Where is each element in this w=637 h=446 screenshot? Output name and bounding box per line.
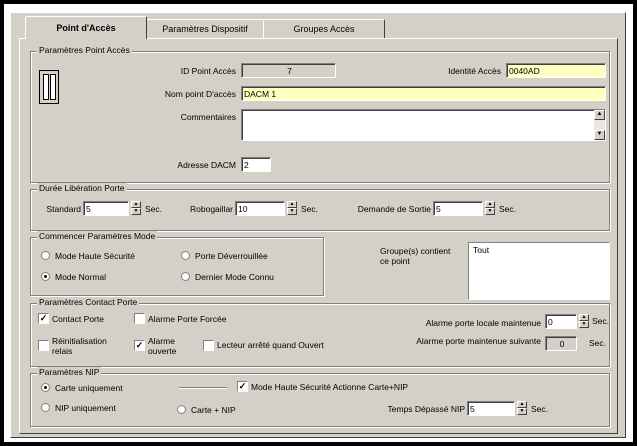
alarme-forcee-checkbox[interactable] — [134, 313, 145, 324]
dernier-mode-label: Dernier Mode Connu — [195, 272, 274, 282]
spin-down-icon[interactable]: ▼ — [579, 321, 589, 328]
group-point-acces-legend: Paramètres Point Accès — [37, 45, 132, 55]
groupes-label: Groupe(s) contient ce point — [380, 246, 451, 266]
radio-dernier-mode[interactable] — [181, 272, 190, 281]
robot-field[interactable]: 10 — [235, 201, 285, 216]
temps-nip-label: Temps Dépassé NIP — [387, 404, 465, 414]
lecteur-arrete-checkbox[interactable] — [203, 340, 214, 351]
haute-securite-nip-checkbox[interactable]: ✓ — [237, 381, 248, 392]
suivante-sec-label: Sec. — [589, 338, 607, 348]
comment-field[interactable] — [241, 109, 606, 141]
group-nip-legend: Paramètres NIP — [37, 367, 102, 377]
comment-label: Commentaires — [180, 112, 236, 122]
radio-nip-uniquement[interactable] — [41, 403, 50, 412]
standard-sec-label: Sec. — [145, 204, 163, 214]
suivante-field: 0 — [545, 336, 577, 351]
group-mode: Commencer Paramètres Mode Mode Haute Séc… — [30, 231, 324, 296]
spin-down-icon[interactable]: ▼ — [287, 208, 297, 215]
id-field: 7 — [241, 63, 336, 78]
spin-down-icon[interactable]: ▼ — [485, 208, 495, 215]
adresse-field[interactable]: 2 — [241, 157, 271, 172]
sortie-spinner[interactable]: ▲ ▼ — [485, 201, 495, 216]
tab-groupes-acces[interactable]: Groupes Accès — [263, 19, 385, 38]
radio-mode-normal[interactable] — [41, 272, 50, 281]
group-duree-legend: Durée Libération Porte — [37, 183, 127, 193]
reinit-relais-checkbox[interactable] — [38, 340, 49, 351]
nom-label: Nom point D'accès — [164, 89, 236, 99]
alarme-ouverte-checkbox[interactable]: ✓ — [134, 340, 145, 351]
spin-down-icon[interactable]: ▼ — [517, 408, 527, 415]
group-duree-liberation: Durée Libération Porte Standard 5 ▲ ▼ Sec… — [30, 183, 610, 231]
spin-up-icon[interactable]: ▲ — [517, 401, 527, 408]
locale-spinner[interactable]: ▲ ▼ — [579, 314, 589, 329]
radio-carte-nip[interactable] — [177, 405, 186, 414]
haute-securite-label: Mode Haute Sécurité — [55, 251, 135, 261]
standard-field[interactable]: 5 — [83, 201, 129, 216]
sortie-label: Demande de Sortie — [357, 204, 431, 214]
lecteur-arrete-label: Lecteur arrêté quand Ouvert — [217, 340, 324, 350]
spin-down-icon[interactable]: ▼ — [131, 208, 141, 215]
robot-label: Robogaillar — [190, 204, 233, 214]
id-label: ID Point Accès — [180, 66, 236, 76]
sortie-field[interactable]: 5 — [433, 201, 483, 216]
tab-page: Paramètres Point Accès ID Point Accès 7 … — [19, 38, 618, 434]
standard-spinner[interactable]: ▲ ▼ — [131, 201, 141, 216]
robot-sec-label: Sec. — [301, 204, 319, 214]
locale-field[interactable]: 0 — [545, 314, 577, 329]
list-item[interactable]: Tout — [473, 245, 489, 255]
tab-point-acces[interactable]: Point d'Accès — [25, 16, 147, 39]
identite-field[interactable]: 0040AD — [506, 63, 606, 78]
alarme-forcee-label: Alarme Porte Forcée — [148, 314, 227, 324]
porte-deverrouillee-label: Porte Déverrouillée — [195, 251, 268, 261]
haute-securite-nip-label: Mode Haute Sécurité Actionne Carte+NIP — [251, 382, 409, 392]
scroll-up-icon[interactable]: ▲ — [594, 110, 605, 120]
adresse-label: Adresse DACM — [177, 160, 236, 170]
temps-nip-sec-label: Sec. — [531, 404, 549, 414]
door-icon — [39, 70, 59, 104]
contact-porte-label: Contact Porte — [52, 314, 104, 324]
reinit-relais-label: Réinitialisation relais — [52, 336, 107, 356]
suivante-label: Alarme porte maintenue suivante — [416, 336, 541, 346]
spin-up-icon[interactable]: ▲ — [485, 201, 495, 208]
robot-spinner[interactable]: ▲ ▼ — [287, 201, 297, 216]
group-point-acces: Paramètres Point Accès ID Point Accès 7 … — [30, 45, 610, 183]
contact-porte-checkbox[interactable]: ✓ — [38, 313, 49, 324]
locale-label: Alarme porte locale maintenue — [425, 318, 541, 328]
mode-normal-label: Mode Normal — [55, 272, 107, 282]
separator-line — [179, 387, 227, 389]
alarme-ouverte-label: Alarme ouverte — [148, 336, 177, 356]
radio-haute-securite[interactable] — [41, 251, 50, 260]
group-contact-porte: Paramètres Contact Porte ✓ Contact Porte… — [30, 297, 610, 367]
spin-up-icon[interactable]: ▲ — [579, 314, 589, 321]
scroll-down-icon[interactable]: ▼ — [594, 130, 605, 140]
standard-label: Standard — [46, 204, 82, 214]
group-mode-legend: Commencer Paramètres Mode — [37, 231, 158, 241]
spin-up-icon[interactable]: ▲ — [131, 201, 141, 208]
locale-sec-label: Sec. — [592, 316, 610, 326]
group-nip: Paramètres NIP Carte uniquement ✓ Mode H… — [30, 367, 610, 427]
nom-field[interactable]: DACM 1 — [241, 86, 606, 101]
access-point-dialog: Point d'Accès Paramètres Dispositif Grou… — [10, 12, 626, 438]
tab-parametres-dispositif[interactable]: Paramètres Dispositif — [145, 19, 265, 38]
carte-uniquement-label: Carte uniquement — [55, 383, 123, 393]
spin-up-icon[interactable]: ▲ — [287, 201, 297, 208]
sortie-sec-label: Sec. — [499, 204, 517, 214]
temps-nip-spinner[interactable]: ▲ ▼ — [517, 401, 527, 416]
radio-carte-uniquement[interactable] — [41, 383, 50, 392]
nip-uniquement-label: NIP uniquement — [55, 403, 116, 413]
identite-label: Identité Accès — [448, 66, 501, 76]
groupes-list[interactable]: Tout — [468, 242, 610, 300]
temps-nip-field[interactable]: 5 — [467, 401, 515, 416]
group-contact-legend: Paramètres Contact Porte — [37, 297, 140, 307]
comment-scrollbar[interactable]: ▲ ▼ — [594, 110, 605, 140]
carte-nip-label: Carte + NIP — [191, 405, 236, 415]
radio-porte-deverrouillee[interactable] — [181, 251, 190, 260]
